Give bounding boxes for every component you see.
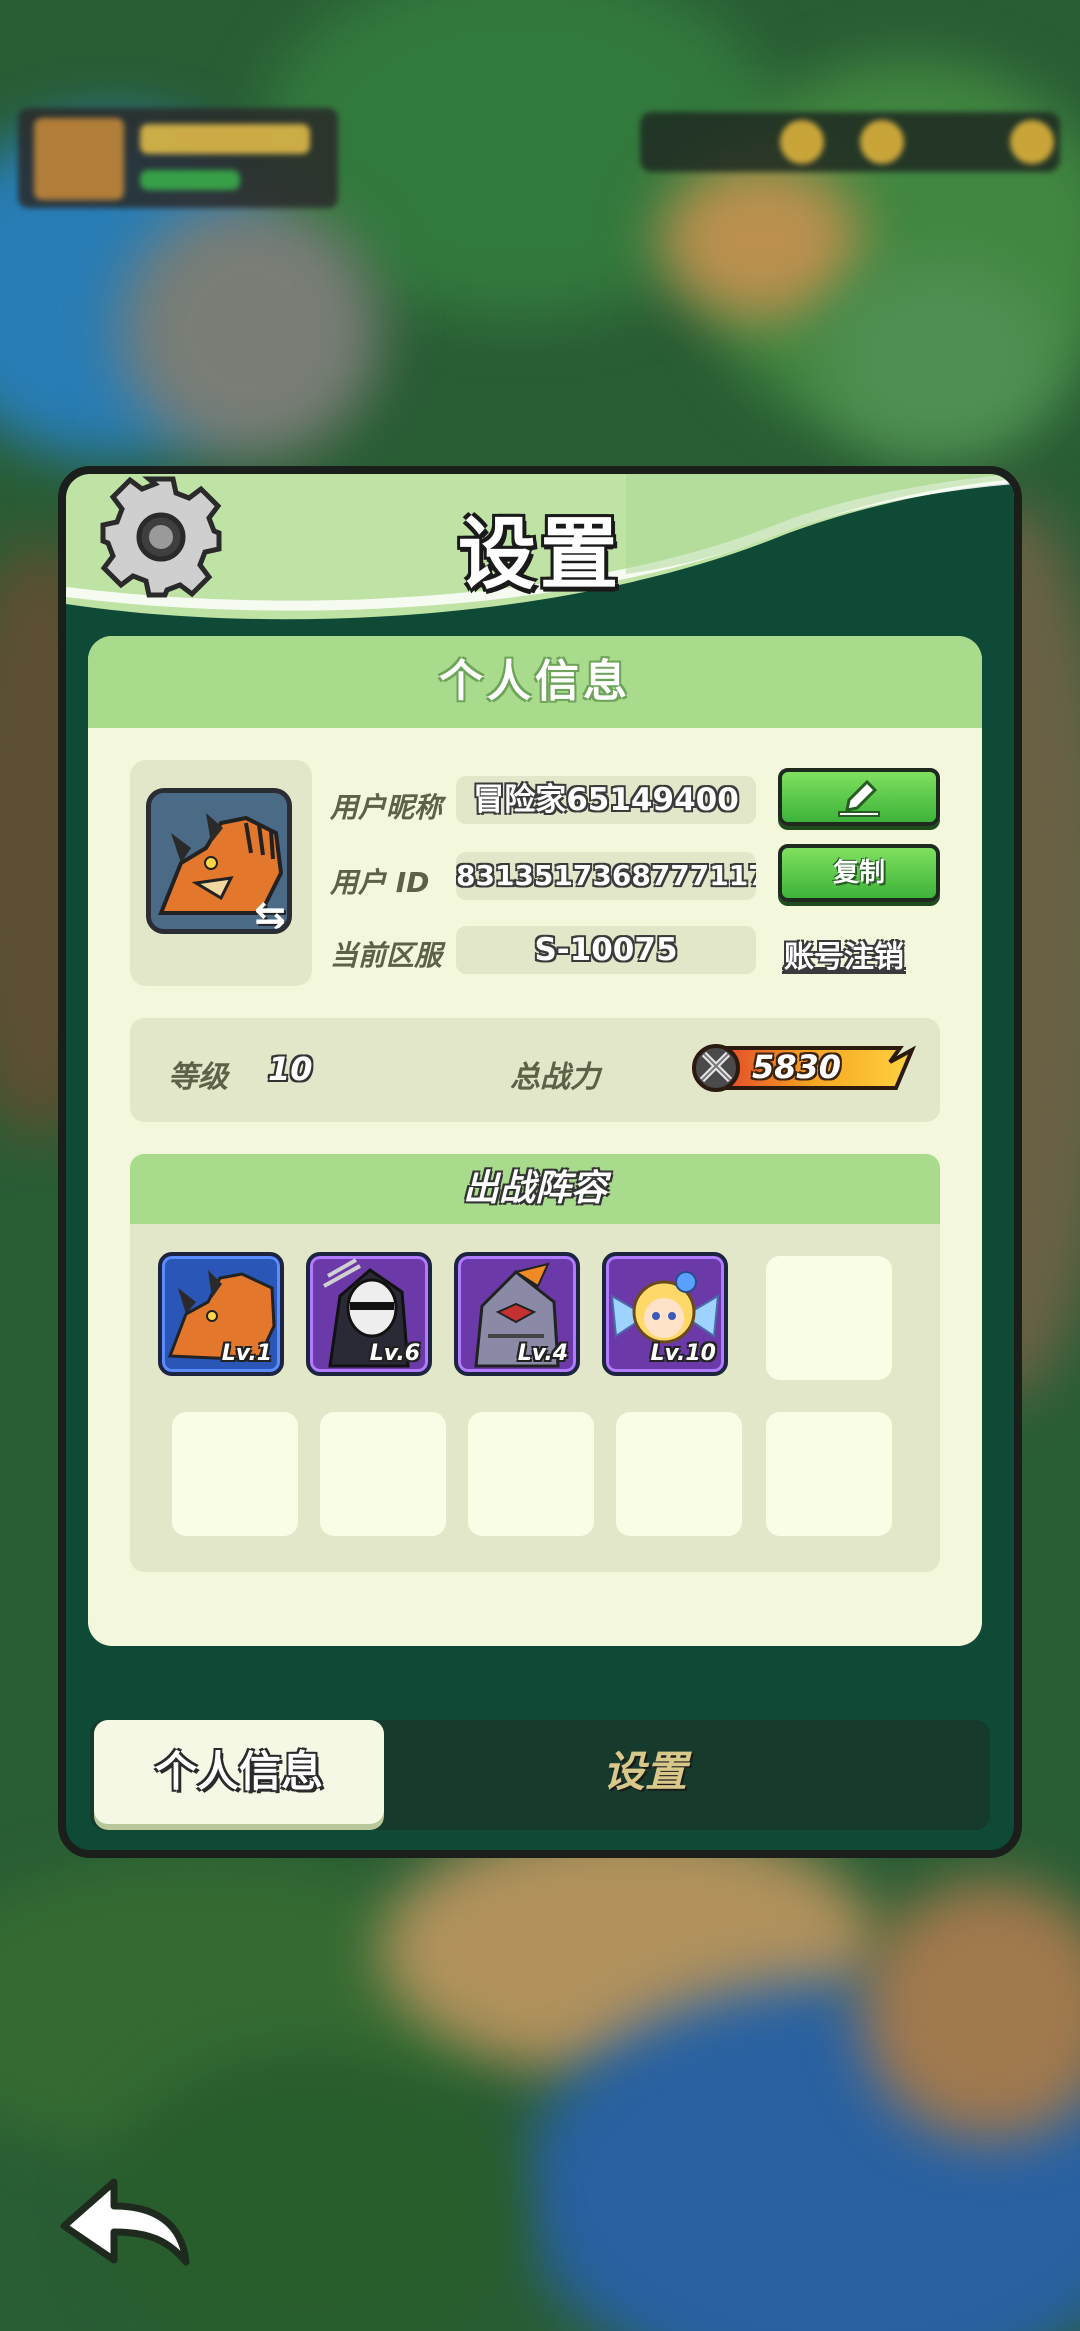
power-badge: 5830 [690, 1042, 916, 1094]
stats-bar: 等级 10 总战力 5830 [130, 1018, 940, 1122]
profile-card: 个人信息 ⇆ 用户昵称 冒险家65149400 用户 ID 8313517368… [88, 636, 982, 1646]
hero-level: Lv.1 [221, 1341, 272, 1366]
panel-title: 设置 [457, 510, 622, 600]
deregister-account-link[interactable]: 账号注销 [784, 932, 904, 976]
profile-card-title: 个人信息 [88, 636, 982, 728]
level-label: 等级 [168, 1060, 228, 1095]
panel-tabs: 个人信息 设置 [90, 1720, 990, 1830]
empty-slot[interactable] [766, 1256, 892, 1380]
copy-id-button[interactable]: 复制 [778, 844, 940, 902]
power-value: 5830 [752, 1048, 842, 1086]
pencil-icon [838, 779, 880, 817]
panel-header: 设置 [66, 474, 1014, 624]
nickname-label: 用户昵称 [330, 791, 443, 824]
swap-icon[interactable]: ⇆ [247, 895, 287, 929]
power-label: 总战力 [510, 1060, 600, 1095]
hero-level: Lv.10 [650, 1341, 716, 1366]
empty-slot[interactable] [766, 1412, 892, 1536]
tab-profile[interactable]: 个人信息 [94, 1720, 384, 1824]
hero-level: Lv.6 [369, 1341, 420, 1366]
battle-lineup: 出战阵容 Lv.1 Lv.6 Lv.4 Lv.10 [130, 1154, 940, 1572]
tab-settings[interactable]: 设置 [510, 1720, 780, 1824]
empty-slot[interactable] [172, 1412, 298, 1536]
level-value: 10 [268, 1050, 313, 1088]
user-id-field: 831351736877711​72 [456, 852, 756, 900]
lineup-title: 出战阵容 [130, 1154, 940, 1224]
avatar[interactable]: ⇆ [146, 788, 292, 934]
empty-slot[interactable] [320, 1412, 446, 1536]
server-field: S-10075 [456, 926, 756, 974]
hero-slot-2[interactable]: Lv.6 [306, 1252, 432, 1376]
hero-slot-4[interactable]: Lv.10 [602, 1252, 728, 1376]
back-button[interactable] [56, 2170, 194, 2270]
edit-nickname-button[interactable] [778, 768, 940, 826]
avatar-box[interactable]: ⇆ [130, 760, 312, 986]
server-label: 当前区服 [330, 939, 443, 972]
nickname-field: 冒险家65149400 [456, 776, 756, 824]
back-arrow-icon [60, 2178, 190, 2266]
user-id-label: 用户 ID [330, 866, 430, 899]
empty-slot[interactable] [616, 1412, 742, 1536]
hero-slot-3[interactable]: Lv.4 [454, 1252, 580, 1376]
hero-level: Lv.4 [517, 1341, 568, 1366]
empty-slot[interactable] [468, 1412, 594, 1536]
hero-slot-1[interactable]: Lv.1 [158, 1252, 284, 1376]
